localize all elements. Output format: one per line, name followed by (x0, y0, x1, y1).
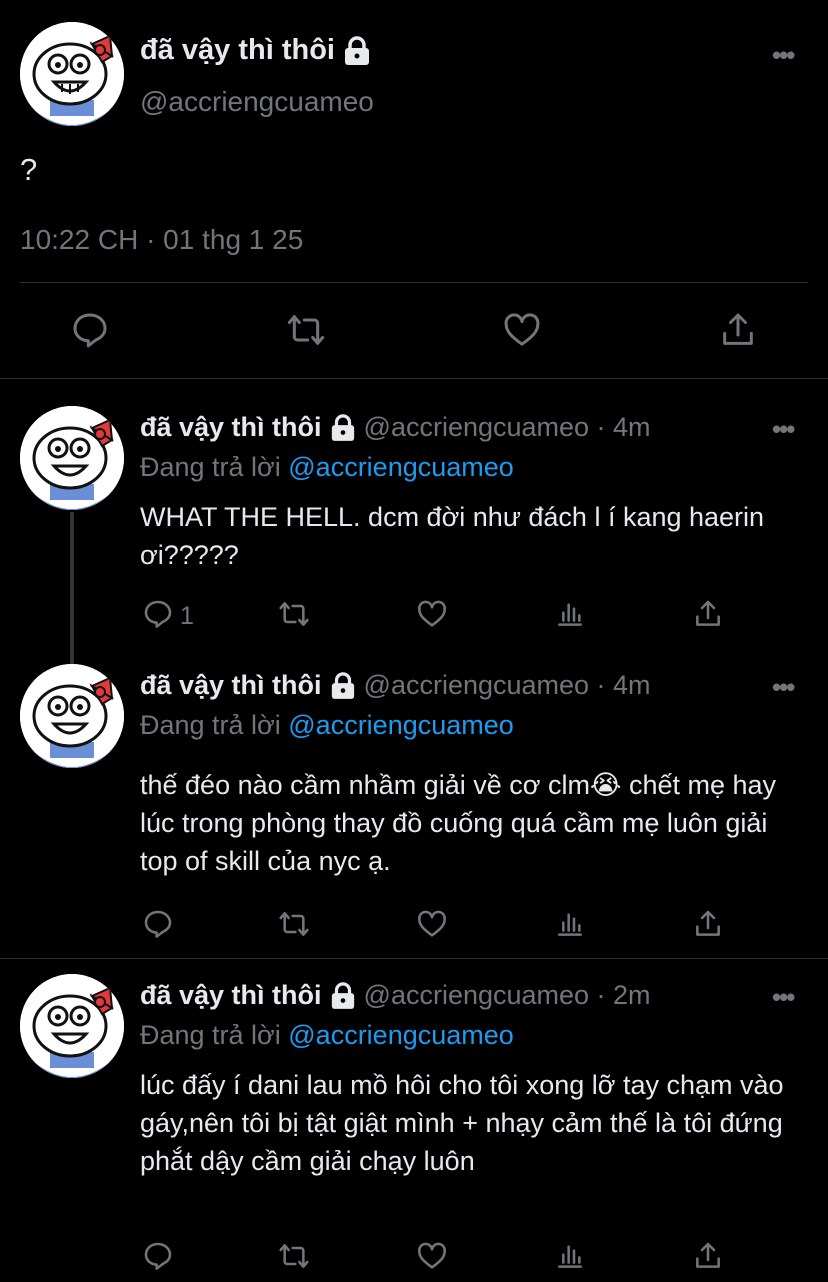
display-name[interactable]: đã vậy thì thôi (140, 412, 322, 443)
reply-header: đã vậy thì thôi @accriengcuameo · 4m (140, 412, 651, 443)
avatar-image (20, 664, 124, 768)
lock-icon (330, 413, 356, 442)
analytics-icon[interactable] (554, 1240, 586, 1272)
replying-prefix: Đang trả lời (140, 452, 289, 482)
tweet-text: ? (20, 152, 38, 187)
lock-icon (343, 35, 371, 66)
section-divider (0, 958, 828, 959)
more-horizontal-icon[interactable]: ••• (772, 982, 795, 1013)
more-horizontal-icon[interactable]: ••• (772, 40, 795, 71)
handle-and-time[interactable]: @accriengcuameo · 2m (364, 980, 651, 1011)
author-name[interactable]: đã vậy thì thôi (140, 34, 371, 67)
avatar[interactable] (20, 406, 124, 510)
mention-link[interactable]: @accriengcuameo (288, 1020, 514, 1050)
replying-to: Đang trả lời @accriengcuameo (140, 1020, 514, 1051)
reply-icon[interactable] (142, 1240, 174, 1272)
like-icon[interactable] (502, 310, 542, 350)
analytics-icon[interactable] (554, 598, 586, 630)
retweet-icon[interactable] (278, 1240, 310, 1272)
handle-and-time[interactable]: @accriengcuameo · 4m (364, 412, 651, 443)
lock-icon (330, 981, 356, 1010)
tweet-timestamp[interactable]: 10:22 CH · 01 thg 1 25 (20, 224, 303, 256)
handle-and-time[interactable]: @accriengcuameo · 4m (364, 670, 651, 701)
avatar[interactable] (20, 974, 124, 1078)
avatar[interactable] (20, 664, 124, 768)
avatar[interactable] (20, 22, 124, 126)
reply-icon[interactable] (70, 310, 110, 350)
analytics-icon[interactable] (554, 908, 586, 940)
replying-prefix: Đang trả lời (140, 710, 289, 740)
retweet-icon[interactable] (278, 598, 310, 630)
more-horizontal-icon[interactable]: ••• (772, 414, 795, 445)
replying-to: Đang trả lời @accriengcuameo (140, 452, 514, 483)
avatar-image (20, 974, 124, 1078)
reply-count: 1 (180, 602, 194, 630)
share-icon[interactable] (692, 598, 724, 630)
tweet-text: WHAT THE HELL. dcm đời như đách l í kang… (140, 502, 765, 570)
display-name: đã vậy thì thôi (140, 34, 335, 66)
mention-link[interactable]: @accriengcuameo (288, 452, 514, 482)
like-icon[interactable] (416, 908, 448, 940)
retweet-icon[interactable] (286, 310, 326, 350)
divider (20, 282, 808, 283)
reply-header: đã vậy thì thôi @accriengcuameo · 4m (140, 670, 651, 701)
display-name[interactable]: đã vậy thì thôi (140, 980, 322, 1011)
tweet-text: lúc đấy í dani lau mồ hôi cho tôi xong l… (140, 1070, 784, 1176)
reply-header: đã vậy thì thôi @accriengcuameo · 2m (140, 980, 651, 1011)
replying-prefix: Đang trả lời (140, 1020, 289, 1050)
like-icon[interactable] (416, 598, 448, 630)
lock-icon (330, 671, 356, 700)
share-icon[interactable] (692, 908, 724, 940)
section-divider (0, 378, 828, 379)
reply-icon[interactable] (142, 908, 174, 940)
like-icon[interactable] (416, 1240, 448, 1272)
share-icon[interactable] (692, 1240, 724, 1272)
avatar-image (20, 22, 124, 126)
thread-connector-line (70, 512, 74, 664)
avatar-image (20, 406, 124, 510)
more-horizontal-icon[interactable]: ••• (772, 672, 795, 703)
author-handle[interactable]: @accriengcuameo (140, 86, 374, 118)
tweet-text: thế đéo nào cầm nhầm giải về cơ clm😭 chế… (140, 770, 777, 876)
display-name[interactable]: đã vậy thì thôi (140, 670, 322, 701)
replying-to: Đang trả lời @accriengcuameo (140, 710, 514, 741)
share-icon[interactable] (718, 310, 758, 350)
mention-link[interactable]: @accriengcuameo (288, 710, 514, 740)
reply-icon[interactable] (142, 598, 174, 630)
retweet-icon[interactable] (278, 908, 310, 940)
